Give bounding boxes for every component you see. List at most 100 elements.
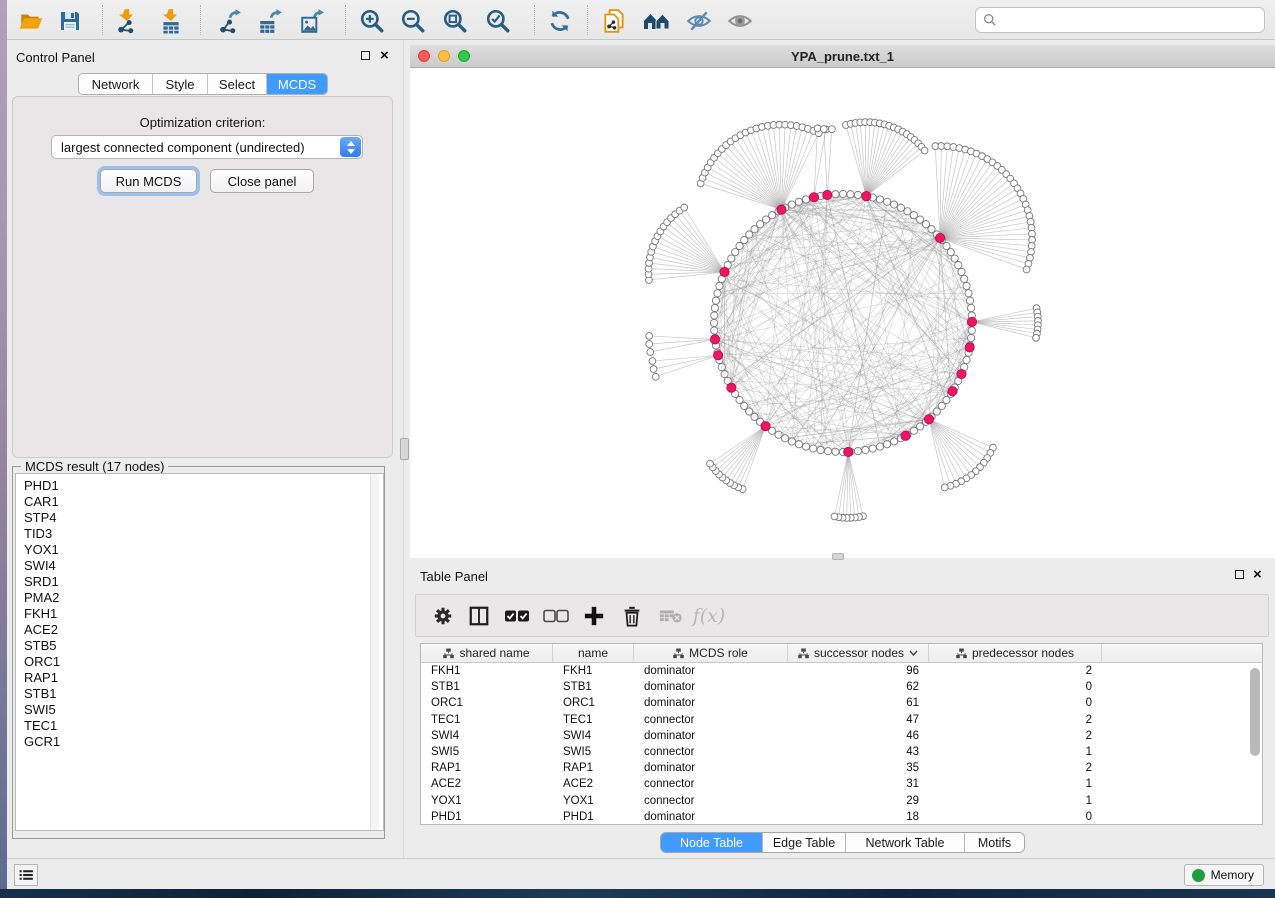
network-dominator-node[interactable] — [948, 387, 957, 396]
network-node[interactable] — [884, 198, 891, 205]
column-header-name[interactable]: name — [553, 644, 634, 662]
show-panel-eye-icon[interactable] — [726, 7, 754, 35]
table-row[interactable]: FKH1FKH1dominator962 — [421, 663, 1262, 679]
network-leaf-node[interactable] — [941, 484, 948, 491]
tab-motifs[interactable]: Motifs — [965, 833, 1024, 852]
network-leaf-node[interactable] — [831, 513, 838, 520]
select-all-icon[interactable] — [502, 601, 532, 631]
network-node[interactable] — [810, 445, 817, 452]
table-row[interactable]: STB1STB1dominator620 — [421, 679, 1262, 695]
import-network-icon[interactable] — [113, 7, 141, 35]
network-overview-icon[interactable] — [643, 7, 671, 35]
network-node[interactable] — [876, 443, 883, 450]
attributes-gear-icon[interactable] — [428, 601, 458, 631]
network-node[interactable] — [890, 438, 897, 445]
network-node[interactable] — [966, 297, 973, 304]
close-panel-icon[interactable]: × — [380, 50, 389, 62]
delete-column-icon[interactable] — [617, 601, 647, 631]
close-panel-button[interactable]: Close panel — [210, 169, 314, 193]
network-node[interactable] — [817, 446, 824, 453]
table-row[interactable]: ACE2ACE2connector311 — [421, 776, 1262, 792]
mcds-result-item[interactable]: TEC1 — [24, 718, 383, 734]
network-dominator-node[interactable] — [714, 351, 723, 360]
column-header-successor-nodes[interactable]: successor nodes — [788, 644, 929, 662]
network-node[interactable] — [832, 191, 839, 198]
network-node[interactable] — [955, 262, 962, 269]
network-node[interactable] — [897, 204, 904, 211]
zoom-selected-icon[interactable] — [484, 7, 512, 35]
mcds-result-item[interactable]: YOX1 — [24, 542, 383, 558]
network-dominator-node[interactable] — [710, 335, 719, 344]
network-canvas[interactable] — [410, 68, 1275, 558]
horizontal-splitter-handle[interactable] — [832, 553, 844, 560]
mcds-result-item[interactable]: STB1 — [24, 686, 383, 702]
network-dominator-node[interactable] — [965, 343, 974, 352]
network-node[interactable] — [965, 290, 972, 297]
mcds-result-item[interactable]: PMA2 — [24, 590, 383, 606]
network-node[interactable] — [795, 441, 802, 448]
network-node[interactable] — [716, 282, 723, 289]
network-leaf-node[interactable] — [646, 341, 653, 348]
network-node[interactable] — [711, 312, 718, 319]
network-dominator-node[interactable] — [823, 190, 832, 199]
network-leaf-node[interactable] — [650, 366, 657, 373]
table-row[interactable]: YOX1YOX1connector291 — [421, 793, 1262, 809]
mcds-result-item[interactable]: ORC1 — [24, 654, 383, 670]
network-leaf-node[interactable] — [814, 125, 821, 132]
network-node[interactable] — [795, 198, 802, 205]
mcds-result-item[interactable]: FKH1 — [24, 606, 383, 622]
network-node[interactable] — [854, 191, 861, 198]
mcds-result-item[interactable]: SWI5 — [24, 702, 383, 718]
network-node[interactable] — [951, 255, 958, 262]
network-node[interactable] — [712, 297, 719, 304]
vertical-splitter-handle[interactable] — [400, 438, 409, 460]
mcds-result-item[interactable]: CAR1 — [24, 494, 383, 510]
network-dominator-node[interactable] — [727, 383, 736, 392]
table-row[interactable]: RAP1RAP1dominator352 — [421, 760, 1262, 776]
network-leaf-node[interactable] — [652, 373, 659, 380]
network-leaf-node[interactable] — [681, 204, 688, 211]
close-table-panel-icon[interactable]: × — [1253, 569, 1262, 581]
tab-node-table[interactable]: Node Table — [661, 833, 763, 852]
mcds-result-item[interactable]: STB5 — [24, 638, 383, 654]
table-row[interactable]: SWI4SWI4dominator462 — [421, 728, 1262, 744]
mcds-result-item[interactable]: STP4 — [24, 510, 383, 526]
table-row[interactable]: ORC1ORC1dominator610 — [421, 695, 1262, 711]
network-node[interactable] — [847, 191, 854, 198]
tab-select[interactable]: Select — [208, 74, 267, 94]
network-leaf-node[interactable] — [921, 147, 928, 154]
network-node[interactable] — [947, 249, 954, 256]
import-table-icon[interactable] — [157, 7, 185, 35]
network-node[interactable] — [788, 438, 795, 445]
network-node[interactable] — [721, 370, 728, 377]
table-scrollbar-thumb[interactable] — [1250, 668, 1260, 756]
zoom-out-icon[interactable] — [399, 7, 427, 35]
network-node[interactable] — [869, 445, 876, 452]
tab-edge-table[interactable]: Edge Table — [763, 833, 846, 852]
network-node[interactable] — [782, 435, 789, 442]
tab-network[interactable]: Network — [79, 74, 153, 94]
network-dominator-node[interactable] — [924, 415, 933, 424]
search-box[interactable] — [975, 7, 1265, 33]
save-session-icon[interactable] — [56, 7, 84, 35]
tab-style[interactable]: Style — [153, 74, 208, 94]
network-node[interactable] — [910, 427, 917, 434]
network-node[interactable] — [876, 196, 883, 203]
network-node[interactable] — [728, 255, 735, 262]
clone-network-icon[interactable] — [600, 7, 628, 35]
search-input[interactable] — [1002, 13, 1264, 27]
float-table-panel-icon[interactable] — [1235, 570, 1244, 579]
export-image-icon[interactable] — [298, 7, 326, 35]
memory-button[interactable]: Memory — [1184, 864, 1264, 886]
network-node[interactable] — [718, 364, 725, 371]
network-leaf-node[interactable] — [828, 126, 835, 133]
network-dominator-node[interactable] — [957, 369, 966, 378]
network-node[interactable] — [839, 190, 846, 197]
network-node[interactable] — [884, 441, 891, 448]
network-node[interactable] — [710, 319, 717, 326]
mcds-result-item[interactable]: GCR1 — [24, 734, 383, 750]
network-dominator-node[interactable] — [761, 422, 770, 431]
network-node[interactable] — [788, 201, 795, 208]
network-node[interactable] — [775, 431, 782, 438]
run-mcds-button[interactable]: Run MCDS — [100, 169, 197, 193]
